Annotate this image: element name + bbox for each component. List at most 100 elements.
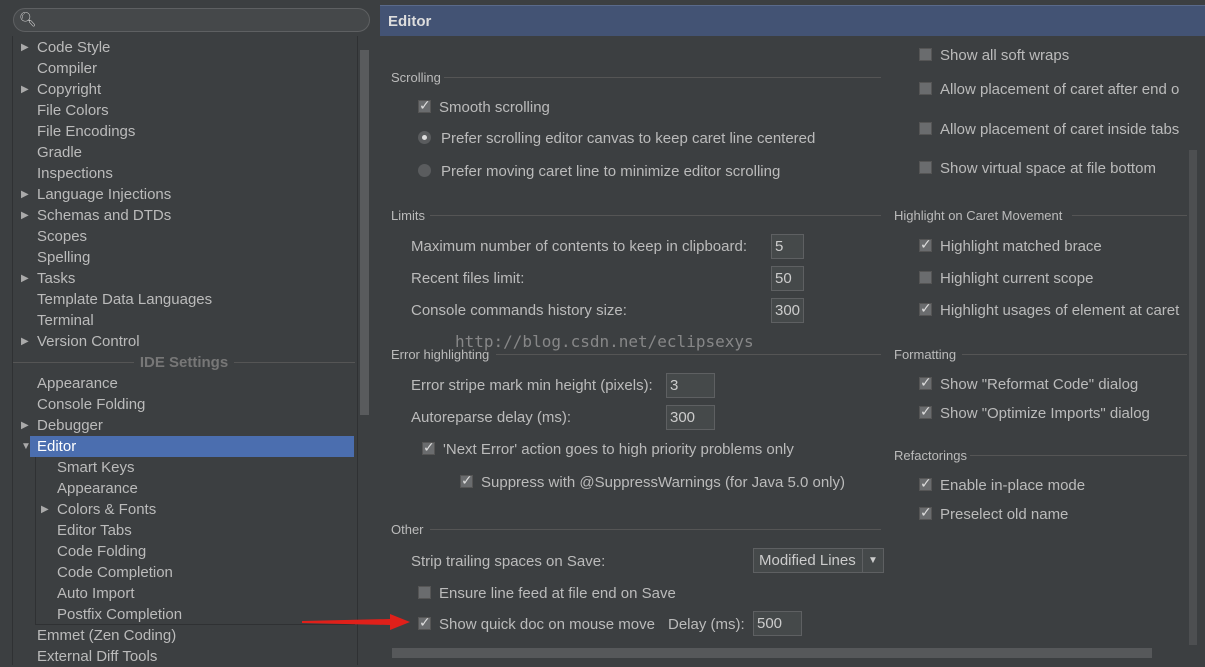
usages-checkbox[interactable]: Highlight usages of element at caret bbox=[919, 300, 1180, 319]
divider bbox=[444, 77, 881, 78]
checkbox-icon bbox=[919, 504, 932, 521]
label: Highlight current scope bbox=[940, 270, 1094, 287]
tree-item[interactable]: Auto Import bbox=[57, 583, 135, 604]
divider bbox=[496, 354, 881, 355]
label: Ensure line feed at file end on Save bbox=[439, 585, 676, 602]
horizontal-scrollbar[interactable] bbox=[392, 648, 1152, 658]
smooth-scrolling-checkbox[interactable]: Smooth scrolling bbox=[418, 97, 550, 116]
expand-arrow-icon[interactable]: ▶ bbox=[21, 37, 29, 58]
checkbox-icon bbox=[919, 271, 932, 284]
divider bbox=[970, 455, 1187, 456]
tree-item-label: Code Folding bbox=[57, 543, 147, 560]
label: Allow placement of caret inside tabs bbox=[940, 121, 1180, 138]
tree-item[interactable]: ▶ Debugger bbox=[21, 415, 103, 436]
caret-tabs-checkbox[interactable]: Allow placement of caret inside tabs bbox=[919, 121, 1179, 138]
tree-item-label: File Colors bbox=[37, 102, 109, 119]
tree-item[interactable]: External Diff Tools bbox=[37, 646, 157, 667]
tree-item[interactable]: ▶ Tasks bbox=[21, 268, 75, 289]
label: Prefer scrolling editor canvas to keep c… bbox=[441, 130, 816, 147]
tree-scrollbar[interactable] bbox=[360, 50, 369, 415]
expand-arrow-icon[interactable]: ▶ bbox=[21, 205, 29, 226]
tree-item[interactable]: Code Folding bbox=[57, 541, 146, 562]
tree-item[interactable]: File Encodings bbox=[37, 121, 135, 142]
tree-item-label: Copyright bbox=[37, 81, 102, 98]
vertical-scrollbar[interactable] bbox=[1189, 150, 1197, 645]
tree-item[interactable]: Gradle bbox=[37, 142, 82, 163]
autoreparse-input[interactable]: 300 bbox=[666, 405, 715, 430]
caret-end-checkbox[interactable]: Allow placement of caret after end o bbox=[919, 81, 1179, 98]
suppress-checkbox[interactable]: Suppress with @SuppressWarnings (for Jav… bbox=[460, 472, 845, 491]
tree-item-label: Editor bbox=[37, 438, 77, 455]
matched-brace-checkbox[interactable]: Highlight matched brace bbox=[919, 236, 1102, 255]
tree-item[interactable]: Inspections bbox=[37, 163, 113, 184]
tree-item[interactable]: Postfix Completion bbox=[57, 604, 182, 625]
expand-arrow-icon[interactable]: ▶ bbox=[21, 268, 29, 289]
tree-section-header: IDE Settings bbox=[13, 352, 355, 373]
console-history-input[interactable]: 300 bbox=[771, 298, 804, 323]
checkbox-icon bbox=[919, 236, 932, 253]
group-other: Other bbox=[391, 522, 424, 537]
tree-item[interactable]: Code Completion bbox=[57, 562, 173, 583]
tree-item[interactable]: ▶ Language Injections bbox=[21, 184, 171, 205]
recent-files-label: Recent files limit: bbox=[411, 270, 525, 287]
tree-item[interactable]: Scopes bbox=[37, 226, 87, 247]
preselect-checkbox[interactable]: Preselect old name bbox=[919, 504, 1069, 523]
optimize-dialog-checkbox[interactable]: Show "Optimize Imports" dialog bbox=[919, 403, 1150, 422]
tree-item[interactable]: ▶ Copyright bbox=[21, 79, 102, 100]
reformat-dialog-checkbox[interactable]: Show "Reformat Code" dialog bbox=[919, 374, 1138, 393]
label: Highlight matched brace bbox=[940, 238, 1102, 255]
expand-arrow-icon[interactable]: ▶ bbox=[21, 331, 29, 352]
tree-item-label: Code Style bbox=[37, 39, 111, 56]
tree-item[interactable]: Editor Tabs bbox=[57, 520, 132, 541]
search-icon: 🔍︎ bbox=[19, 11, 37, 27]
tree-item[interactable]: Emmet (Zen Coding) bbox=[37, 625, 176, 646]
label: Preselect old name bbox=[940, 506, 1069, 523]
recent-files-input[interactable]: 50 bbox=[771, 266, 804, 291]
expand-arrow-icon[interactable]: ▶ bbox=[21, 184, 29, 205]
quick-doc-checkbox[interactable]: Show quick doc on mouse move bbox=[418, 614, 655, 633]
tree-item[interactable]: Terminal bbox=[37, 310, 94, 331]
soft-wraps-checkbox[interactable]: Show all soft wraps bbox=[919, 47, 1069, 64]
expand-arrow-icon[interactable]: ▶ bbox=[21, 79, 29, 100]
tree-item[interactable]: Smart Keys bbox=[57, 457, 135, 478]
tree-item-label: Emmet (Zen Coding) bbox=[37, 627, 177, 644]
strip-dropdown[interactable]: Modified Lines ▼ bbox=[753, 548, 884, 573]
checkbox-icon bbox=[919, 475, 932, 492]
virtual-space-checkbox[interactable]: Show virtual space at file bottom bbox=[919, 160, 1156, 177]
tree-item-label: Appearance bbox=[57, 480, 138, 497]
tree-item[interactable]: Compiler bbox=[37, 58, 97, 79]
next-error-checkbox[interactable]: 'Next Error' action goes to high priorit… bbox=[422, 439, 794, 458]
label: Show quick doc on mouse move bbox=[439, 616, 655, 633]
checkbox-icon bbox=[919, 374, 932, 391]
expand-arrow-icon[interactable]: ▶ bbox=[41, 499, 49, 520]
search-field[interactable]: 🔍︎ bbox=[13, 8, 370, 32]
label: Highlight usages of element at caret bbox=[940, 302, 1180, 319]
radio-center-caret[interactable]: Prefer scrolling editor canvas to keep c… bbox=[418, 130, 815, 147]
tree-item-label: Gradle bbox=[37, 144, 83, 161]
tree-item[interactable]: Appearance bbox=[37, 373, 118, 394]
tree-item[interactable]: Appearance bbox=[57, 478, 138, 499]
tree-item[interactable]: ▶ Version Control bbox=[21, 331, 140, 352]
radio-move-caret[interactable]: Prefer moving caret line to minimize edi… bbox=[418, 163, 780, 180]
tree-item[interactable]: ▶ Schemas and DTDs bbox=[21, 205, 171, 226]
line-feed-checkbox[interactable]: Ensure line feed at file end on Save bbox=[418, 585, 676, 602]
checkbox-icon bbox=[919, 161, 932, 174]
tree-item[interactable]: ▶ Colors & Fonts bbox=[41, 499, 156, 520]
checkbox-icon bbox=[919, 122, 932, 135]
stripe-input[interactable]: 3 bbox=[666, 373, 715, 398]
tree-item[interactable]: ▶ Code Style bbox=[21, 37, 111, 58]
tree-item[interactable]: File Colors bbox=[37, 100, 109, 121]
delay-label: Delay (ms): bbox=[668, 616, 745, 633]
collapse-arrow-icon[interactable]: ▼ bbox=[21, 436, 31, 457]
clipboard-input[interactable]: 5 bbox=[771, 234, 804, 259]
inplace-checkbox[interactable]: Enable in-place mode bbox=[919, 475, 1085, 494]
current-scope-checkbox[interactable]: Highlight current scope bbox=[919, 270, 1093, 287]
chevron-down-icon: ▼ bbox=[862, 549, 883, 572]
tree-item[interactable]: Console Folding bbox=[37, 394, 145, 415]
tree-item[interactable]: ▼ Editor bbox=[21, 436, 354, 457]
tree-item[interactable]: Template Data Languages bbox=[37, 289, 212, 310]
expand-arrow-icon[interactable]: ▶ bbox=[21, 415, 29, 436]
tree-item[interactable]: Spelling bbox=[37, 247, 90, 268]
delay-input[interactable]: 500 bbox=[753, 611, 802, 636]
tree-item-label: Postfix Completion bbox=[57, 606, 183, 623]
